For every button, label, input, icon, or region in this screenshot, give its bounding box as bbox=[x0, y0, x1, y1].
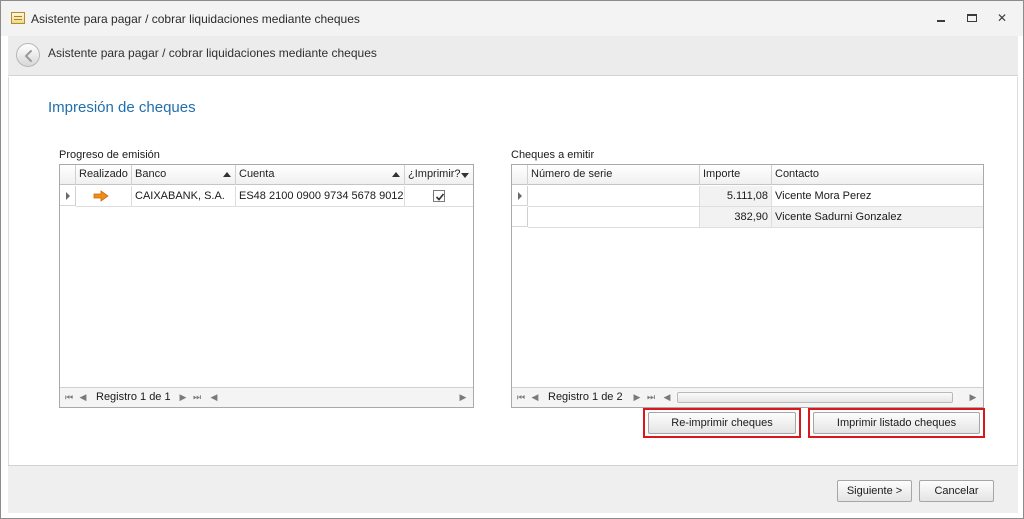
column-header-banco[interactable]: Banco bbox=[132, 165, 236, 185]
scroll-left-icon[interactable]: ◀ bbox=[661, 388, 673, 408]
next-record-icon[interactable]: ▶ bbox=[631, 388, 643, 408]
record-counter: Registro 1 de 1 bbox=[96, 391, 171, 403]
cell-banco: CAIXABANK, S.A. bbox=[132, 186, 236, 206]
first-record-icon[interactable]: ⏮ bbox=[63, 388, 75, 408]
scroll-right-icon[interactable]: ▶ bbox=[457, 388, 469, 408]
last-record-icon[interactable]: ⏭ bbox=[645, 388, 657, 408]
title-bar: Asistente para pagar / cobrar liquidacio… bbox=[1, 1, 1023, 36]
scrollbar-thumb[interactable] bbox=[677, 392, 953, 403]
current-row-icon bbox=[66, 192, 70, 200]
cell-cuenta: ES48 2100 0900 9734 5678 9012 bbox=[236, 186, 405, 206]
column-header-banco-label: Banco bbox=[135, 168, 167, 180]
previous-record-icon[interactable]: ◀ bbox=[529, 388, 541, 408]
dropdown-arrow-icon bbox=[461, 173, 469, 178]
arrow-right-icon bbox=[93, 190, 109, 202]
cell-numero-serie[interactable] bbox=[528, 186, 700, 206]
progress-navigator: ⏮ ◀ Registro 1 de 1 ▶ ⏭ ◀ ▶ bbox=[60, 387, 473, 407]
close-icon: ✕ bbox=[996, 11, 1008, 25]
cheques-grid: Número de serie Importe Contacto 5.111,0… bbox=[511, 164, 984, 408]
cell-realizado bbox=[76, 186, 132, 206]
page-title: Impresión de cheques bbox=[48, 99, 196, 116]
table-row[interactable]: 382,90 Vicente Sadurni Gonzalez bbox=[528, 207, 983, 228]
wizard-content: Impresión de cheques Progreso de emisión… bbox=[8, 77, 1018, 465]
first-record-icon[interactable]: ⏮ bbox=[515, 388, 527, 408]
maximize-icon bbox=[967, 14, 977, 22]
current-row-icon bbox=[518, 192, 522, 200]
print-cheques-list-button[interactable]: Imprimir listado cheques bbox=[813, 412, 980, 434]
column-header-cuenta[interactable]: Cuenta bbox=[236, 165, 405, 185]
minimize-icon bbox=[937, 20, 945, 22]
horizontal-scrollbar[interactable] bbox=[675, 391, 957, 404]
cell-importe: 5.111,08 bbox=[700, 186, 772, 206]
cell-numero-serie[interactable] bbox=[528, 207, 700, 227]
row-indicator[interactable] bbox=[512, 186, 528, 206]
next-record-icon[interactable]: ▶ bbox=[177, 388, 189, 408]
imprimir-checkbox[interactable] bbox=[433, 190, 445, 202]
column-header-contacto[interactable]: Contacto bbox=[772, 165, 983, 185]
app-icon bbox=[11, 12, 25, 24]
reprint-cheques-button[interactable]: Re-imprimir cheques bbox=[648, 412, 796, 434]
minimize-button[interactable] bbox=[930, 9, 952, 27]
row-indicator-header bbox=[60, 165, 76, 185]
column-header-importe[interactable]: Importe bbox=[700, 165, 772, 185]
next-button[interactable]: Siguiente > bbox=[837, 480, 912, 502]
cheques-label: Cheques a emitir bbox=[511, 149, 595, 161]
column-header-realizado[interactable]: Realizado bbox=[76, 165, 132, 185]
column-header-imprimir-label: ¿Imprimir? bbox=[408, 168, 461, 180]
record-counter: Registro 1 de 2 bbox=[548, 391, 623, 403]
wizard-header: Asistente para pagar / cobrar liquidacio… bbox=[8, 36, 1018, 76]
cell-imprimir bbox=[405, 186, 473, 206]
column-header-imprimir[interactable]: ¿Imprimir? bbox=[405, 165, 473, 185]
maximize-button[interactable] bbox=[961, 9, 983, 27]
cancel-button[interactable]: Cancelar bbox=[919, 480, 994, 502]
close-button[interactable]: ✕ bbox=[991, 9, 1013, 27]
scroll-right-icon[interactable]: ▶ bbox=[967, 388, 979, 408]
wizard-footer: Siguiente > Cancelar bbox=[8, 465, 1018, 513]
cell-contacto: Vicente Sadurni Gonzalez bbox=[775, 211, 902, 223]
cheques-grid-header: Número de serie Importe Contacto bbox=[512, 165, 983, 185]
previous-record-icon[interactable]: ◀ bbox=[77, 388, 89, 408]
row-indicator[interactable] bbox=[60, 186, 76, 206]
cheques-navigator: ⏮ ◀ Registro 1 de 2 ▶ ⏭ ◀ ▶ bbox=[512, 387, 983, 407]
window-title: Asistente para pagar / cobrar liquidacio… bbox=[31, 12, 360, 26]
row-indicator-header bbox=[512, 165, 528, 185]
back-button[interactable] bbox=[16, 43, 40, 67]
sort-ascending-icon bbox=[392, 172, 400, 177]
sort-ascending-icon bbox=[223, 172, 231, 177]
cell-contacto: Vicente Mora Perez bbox=[775, 190, 872, 202]
table-row[interactable]: CAIXABANK, S.A. ES48 2100 0900 9734 5678… bbox=[76, 186, 473, 207]
cell-importe: 382,90 bbox=[700, 207, 772, 227]
column-header-numero-serie[interactable]: Número de serie bbox=[528, 165, 700, 185]
last-record-icon[interactable]: ⏭ bbox=[191, 388, 203, 408]
row-indicator[interactable] bbox=[512, 207, 528, 227]
wizard-window: Asistente para pagar / cobrar liquidacio… bbox=[0, 0, 1024, 519]
progress-grid: Realizado Banco Cuenta ¿Imprimir? CAIXAB… bbox=[59, 164, 474, 408]
progress-grid-header: Realizado Banco Cuenta ¿Imprimir? bbox=[60, 165, 473, 185]
table-row[interactable]: 5.111,08 Vicente Mora Perez bbox=[528, 186, 983, 207]
check-icon bbox=[435, 193, 445, 201]
header-title: Asistente para pagar / cobrar liquidacio… bbox=[48, 46, 377, 60]
column-header-cuenta-label: Cuenta bbox=[239, 168, 275, 180]
progress-label: Progreso de emisión bbox=[59, 149, 160, 161]
back-arrow-icon bbox=[25, 50, 32, 62]
scroll-left-icon[interactable]: ◀ bbox=[208, 388, 220, 408]
